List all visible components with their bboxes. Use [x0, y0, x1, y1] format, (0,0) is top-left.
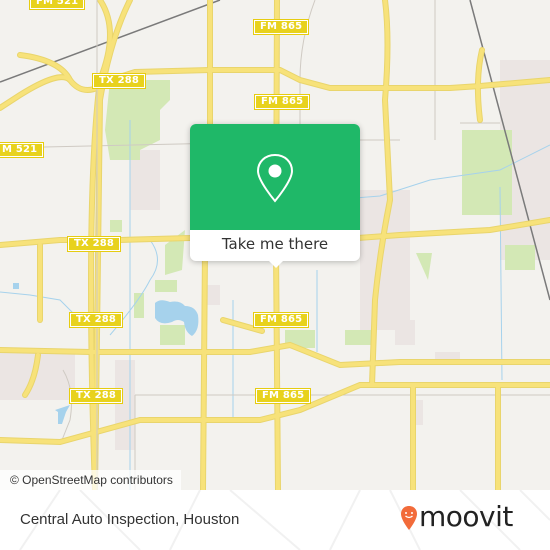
road-shield-fm521-left: M 521 [0, 142, 45, 158]
popup-header [190, 124, 360, 230]
road-shield-fm521-top: FM 521 [28, 0, 86, 10]
footer: Central Auto Inspection, Houston moovit [0, 490, 550, 550]
road-shield-fm865-top: FM 865 [252, 19, 310, 35]
map-pin-icon [256, 153, 294, 203]
popup-pointer [268, 260, 284, 268]
road-shield-fm865-bottom: FM 865 [254, 388, 312, 404]
moovit-pin-icon [401, 506, 417, 530]
map-attribution[interactable]: © OpenStreetMap contributors [0, 470, 181, 490]
place-name: Central Auto Inspection, Houston [20, 511, 240, 528]
road-shield-tx288-bottom: TX 288 [68, 388, 124, 404]
road-shield-tx288-mid: TX 288 [66, 236, 122, 252]
location-popup: Take me there [190, 124, 360, 268]
map[interactable]: FM 521 FM 865 TX 288 FM 865 M 521 TX 288… [0, 0, 550, 490]
road-shield-fm865-mid: FM 865 [252, 312, 310, 328]
take-me-there-button[interactable]: Take me there [190, 230, 360, 261]
road-shield-tx288-lower: TX 288 [68, 312, 124, 328]
road-shield-fm865-upper: FM 865 [253, 94, 311, 110]
moovit-logo[interactable]: moovit [400, 500, 540, 537]
road-shield-tx288-upper: TX 288 [91, 73, 147, 89]
moovit-wordmark: moovit [419, 500, 513, 533]
